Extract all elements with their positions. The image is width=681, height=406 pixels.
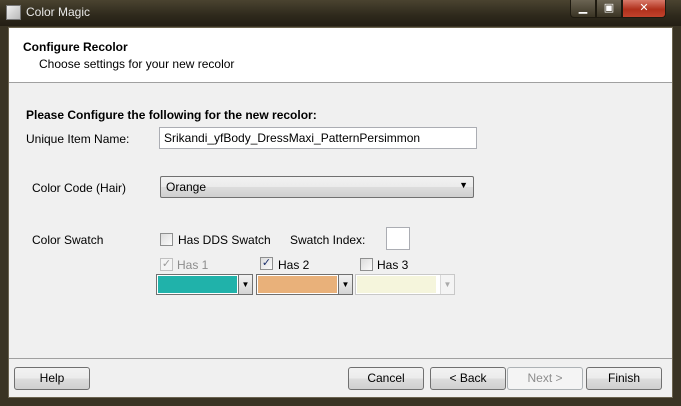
page-subtitle: Choose settings for your new recolor: [39, 57, 235, 71]
has3-checkbox[interactable]: [360, 258, 373, 271]
has3-label: Has 3: [377, 258, 409, 272]
has-dds-checkbox[interactable]: [160, 233, 173, 246]
has2-label: Has 2: [278, 258, 310, 272]
chevron-down-icon: ▼: [238, 275, 252, 294]
back-button[interactable]: < Back: [430, 367, 506, 390]
swatch-color-2-select[interactable]: ▼: [256, 274, 353, 295]
color-code-value: Orange: [166, 180, 207, 194]
close-button[interactable]: ✕: [622, 0, 666, 18]
swatch-color-3: [357, 276, 436, 293]
app-icon: [6, 5, 21, 20]
chevron-down-icon: ▼: [440, 275, 454, 294]
minimize-button[interactable]: ▁: [570, 0, 596, 18]
has-dds-label: Has DDS Swatch: [178, 233, 271, 247]
has1-label: Has 1: [177, 258, 209, 272]
maximize-button[interactable]: ▣: [596, 0, 622, 18]
swatch-index-input[interactable]: [386, 227, 410, 250]
page-title: Configure Recolor: [23, 40, 128, 54]
color-code-label: Color Code (Hair): [32, 181, 127, 195]
chevron-down-icon: ▼: [338, 275, 352, 294]
minimize-icon: ▁: [578, 2, 588, 14]
color-code-select[interactable]: Orange ▼: [160, 176, 474, 198]
swatch-index-label: Swatch Index:: [290, 233, 366, 247]
wizard-client-area: Configure Recolor Choose settings for yo…: [8, 27, 673, 398]
has2-checkbox[interactable]: ✓: [260, 257, 273, 270]
unique-name-input[interactable]: Srikandi_yfBody_DressMaxi_PatternPersimm…: [159, 127, 477, 149]
finish-button[interactable]: Finish: [586, 367, 662, 390]
section-title: Please Configure the following for the n…: [26, 108, 317, 122]
unique-name-label: Unique Item Name:: [26, 132, 130, 146]
chevron-down-icon: ▼: [459, 180, 468, 190]
cancel-button[interactable]: Cancel: [348, 367, 424, 390]
maximize-icon: ▣: [603, 2, 615, 14]
wizard-header: Configure Recolor Choose settings for yo…: [9, 28, 672, 83]
footer-divider: [9, 358, 672, 359]
check-icon: ✓: [261, 257, 272, 269]
swatch-color-1: [158, 276, 237, 293]
swatch-color-3-select[interactable]: ▼: [355, 274, 455, 295]
close-icon: ✕: [639, 2, 649, 14]
swatch-color-2: [258, 276, 337, 293]
window-title: Color Magic: [26, 5, 91, 19]
color-swatch-label: Color Swatch: [32, 233, 104, 247]
check-icon: ✓: [161, 258, 172, 270]
has1-checkbox[interactable]: ✓: [160, 258, 173, 271]
title-bar: Color Magic ▁ ▣ ✕: [0, 0, 681, 26]
swatch-color-1-select[interactable]: ▼: [156, 274, 253, 295]
help-button[interactable]: Help: [14, 367, 90, 390]
next-button[interactable]: Next >: [507, 367, 583, 390]
